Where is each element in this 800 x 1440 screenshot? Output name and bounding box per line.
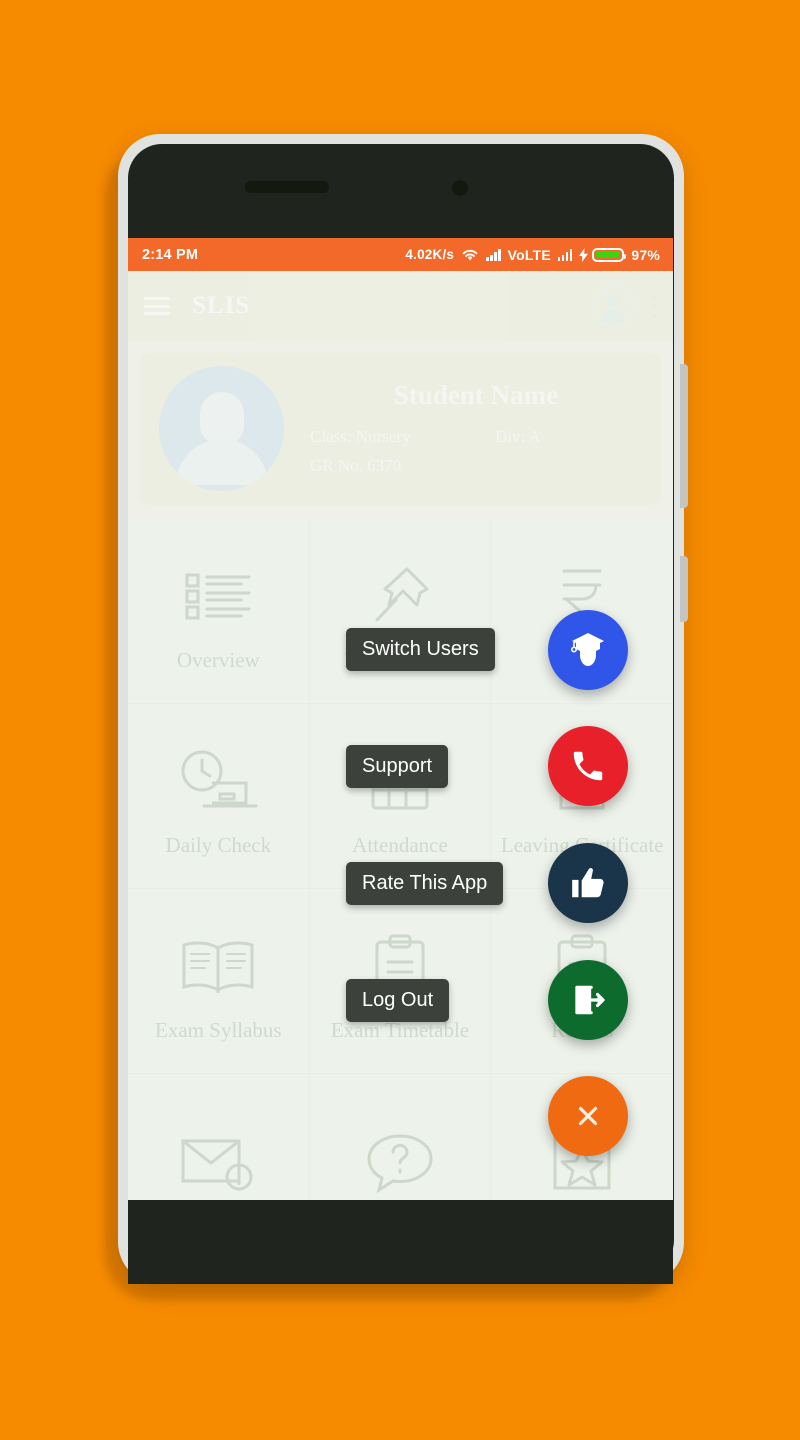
checklist-icon <box>185 550 251 642</box>
student-avatar-icon <box>159 365 284 491</box>
overflow-menu-icon[interactable] <box>652 291 657 322</box>
envelope-alert-icon <box>181 1117 255 1200</box>
grid-item-overview[interactable]: Overview <box>128 519 310 704</box>
speed-dial-button-support[interactable] <box>548 726 628 806</box>
signal-bars-icon <box>486 248 501 261</box>
speed-dial-label-log-out[interactable]: Log Out <box>346 979 450 1022</box>
speed-dial-button-log-out[interactable] <box>548 960 628 1040</box>
student-grno-row: GR No. 6370 <box>310 456 642 476</box>
battery-icon <box>592 247 627 262</box>
signal-bars-icon-2 <box>557 248 573 261</box>
speaker-grill <box>245 181 329 193</box>
speed-dial-label-switch-users[interactable]: Switch Users <box>346 628 495 671</box>
logout-icon <box>575 985 605 1015</box>
front-camera-icon <box>452 180 468 196</box>
student-info: Student Name Class: Nursery Div: A GR No… <box>284 380 642 476</box>
hamburger-menu-icon[interactable] <box>144 293 170 320</box>
volume-button[interactable] <box>680 364 688 508</box>
app-title: SLIS <box>192 292 251 319</box>
question-bubble-icon <box>365 1117 435 1200</box>
phone-chin <box>128 1200 673 1284</box>
phone-screen: 2:14 PM 4.02K/s VoLTE 97% SLIS Student N… <box>128 238 673 1200</box>
app-bar: SLIS <box>128 271 673 341</box>
open-book-icon <box>180 920 256 1012</box>
grid-label-overview: Overview <box>176 647 260 672</box>
battery-percent-label: 97% <box>631 246 660 263</box>
student-gr-no: GR No. 6370 <box>310 456 402 475</box>
status-clock: 2:14 PM <box>142 246 199 263</box>
volte-label: VoLTE <box>507 246 551 263</box>
wifi-icon <box>461 248 479 262</box>
status-bar: 2:14 PM 4.02K/s VoLTE 97% <box>128 238 673 271</box>
grid-label-attendance: Attendance <box>352 832 448 857</box>
grid-label-exam-syllabus: Exam Syllabus <box>155 1017 282 1042</box>
clock-laptop-icon <box>178 735 258 827</box>
grid-item-messages[interactable] <box>128 1074 310 1200</box>
charging-bolt-icon <box>579 247 589 262</box>
speed-dial-label-rate-this-app[interactable]: Rate This App <box>346 862 504 905</box>
grid-label-daily-check: Daily Check <box>165 832 272 857</box>
grid-item-help[interactable] <box>310 1074 492 1200</box>
student-card[interactable]: Student Name Class: Nursery Div: A GR No… <box>141 353 660 503</box>
student-name: Student Name <box>393 380 559 410</box>
power-button[interactable] <box>680 556 688 622</box>
speed-dial-button-switch-users[interactable] <box>548 610 628 690</box>
network-speed-label: 4.02K/s <box>405 247 455 262</box>
profile-avatar-icon[interactable] <box>592 285 634 327</box>
student-card-container: Student Name Class: Nursery Div: A GR No… <box>128 341 673 519</box>
student-division: Div: A <box>495 427 541 446</box>
graduate-student-icon <box>570 633 604 666</box>
grid-item-daily-check[interactable]: Daily Check <box>128 704 310 889</box>
speed-dial-button-rate-this-app[interactable] <box>548 843 628 923</box>
close-x-icon <box>578 1106 598 1126</box>
student-class: Class: Nursery <box>310 427 411 446</box>
student-class-row: Class: Nursery Div: A <box>310 427 642 447</box>
grid-item-exam-syllabus[interactable]: Exam Syllabus <box>128 889 310 1074</box>
grid-item-notice-board[interactable]: Notice Board <box>309 519 492 704</box>
speed-dial-label-support[interactable]: Support <box>346 745 449 788</box>
thumbs-up-icon <box>572 868 604 898</box>
speed-dial-close-button[interactable] <box>548 1076 628 1156</box>
phone-icon <box>573 751 603 781</box>
